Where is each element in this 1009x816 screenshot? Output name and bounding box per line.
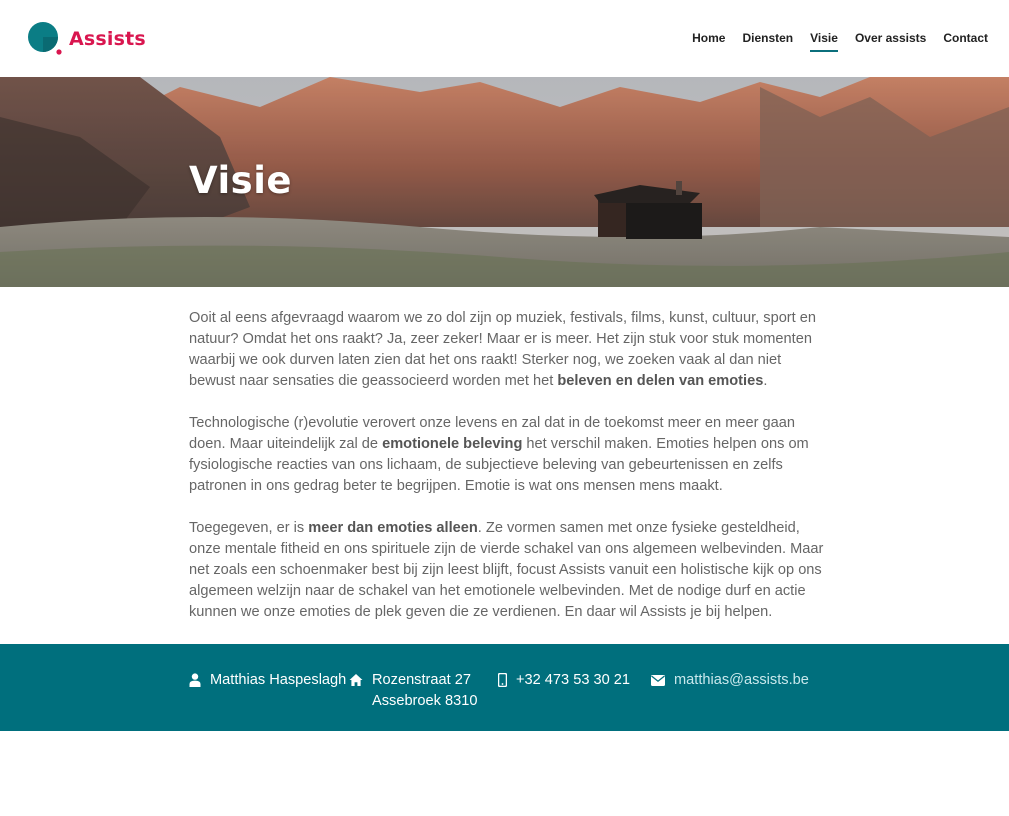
logo-link[interactable]: Assists <box>27 21 146 57</box>
home-icon <box>349 674 363 686</box>
nav-item-visie[interactable]: Visie <box>810 27 838 52</box>
user-icon <box>189 673 201 687</box>
paragraph-2: Technologische (r)evolutie verovert onze… <box>189 415 809 494</box>
contact-footer: Matthias Haspeslagh Rozenstraat 27 Asseb… <box>0 644 1009 731</box>
nav-item-home[interactable]: Home <box>692 27 725 50</box>
hero-banner: Visie <box>0 77 1009 287</box>
vision-content: Ooit al eens afgevraagd waarom we zo dol… <box>189 308 829 644</box>
site-header: Assists Home Diensten Visie Over assists… <box>0 0 1009 77</box>
nav-item-over-assists[interactable]: Over assists <box>855 27 926 50</box>
main-nav: Home Diensten Visie Over assists Contact <box>692 27 988 52</box>
logo-icon <box>28 21 62 55</box>
nav-item-contact[interactable]: Contact <box>943 27 988 50</box>
paragraph-1: Ooit al eens afgevraagd waarom we zo dol… <box>189 310 817 389</box>
logo-text: Assists <box>69 27 146 50</box>
mountain-landscape-image <box>0 77 1009 287</box>
contact-name: Matthias Haspeslagh <box>189 670 346 691</box>
paragraph-3: Toegegeven, er is meer dan emoties allee… <box>189 520 824 620</box>
nav-item-diensten[interactable]: Diensten <box>742 27 793 50</box>
phone-number[interactable]: +32 473 53 30 21 <box>516 670 630 691</box>
email-link[interactable]: matthias@assists.be <box>674 670 809 691</box>
envelope-icon <box>651 675 665 686</box>
contact-phone: +32 473 53 30 21 <box>498 670 630 691</box>
mobile-phone-icon <box>498 673 507 687</box>
contact-address: Rozenstraat 27 Assebroek 8310 <box>349 670 477 712</box>
page-title: Visie <box>189 159 292 202</box>
contact-email: matthias@assists.be <box>651 670 809 691</box>
